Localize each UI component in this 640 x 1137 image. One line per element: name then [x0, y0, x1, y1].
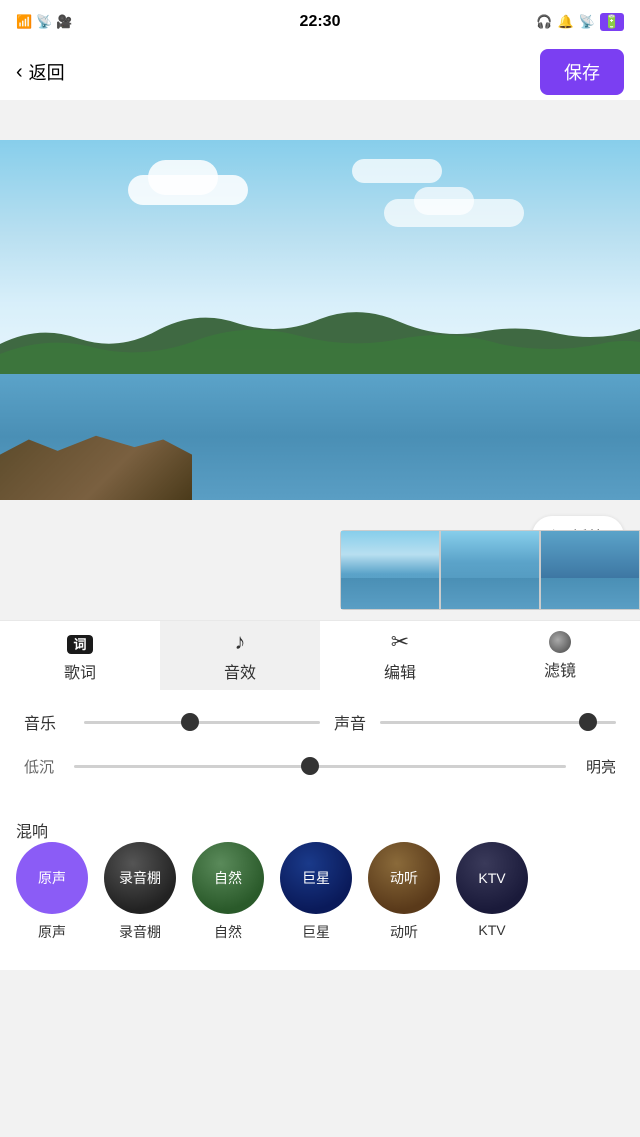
sound-thumb[interactable] — [579, 713, 597, 731]
strip-thumb-3 — [540, 530, 640, 610]
brightness-thumb[interactable] — [301, 757, 319, 775]
status-right: 🎧 🔔 📡 🔋 — [536, 13, 624, 31]
preview-image — [0, 140, 640, 500]
tab-lyrics-label: 歌词 — [64, 659, 96, 683]
battery-icon: 🔋 — [600, 13, 624, 31]
music-icon: ♪ — [235, 629, 246, 655]
tab-edit-label: 编辑 — [384, 659, 416, 683]
tab-effects-label: 音效 — [224, 659, 256, 683]
reverb-giant[interactable]: 巨星 巨星 — [280, 842, 352, 942]
tab-filter-label: 滤镜 — [544, 657, 576, 681]
reverb-ktv[interactable]: KTV KTV — [456, 842, 528, 942]
back-button[interactable]: ‹ 返回 — [16, 59, 65, 85]
reverb-ktv-name: KTV — [478, 922, 505, 938]
signal-icon: 📶 — [16, 14, 32, 30]
reverb-moving-name: 动听 — [390, 922, 418, 942]
chevron-left-icon: ‹ — [16, 61, 23, 84]
reverb-nature-icon: 自然 — [192, 842, 264, 914]
foreground-rocks — [0, 424, 192, 500]
nav-bar: ‹ 返回 保存 — [0, 44, 640, 100]
reverb-studio-label: 录音棚 — [119, 868, 161, 888]
reverb-moving-label: 动听 — [390, 868, 418, 888]
reverb-section: 混响 原声 原声 录音棚 录音棚 自然 自然 巨星 巨星 — [0, 818, 640, 970]
reverb-nature-name: 自然 — [214, 922, 242, 942]
cast-icon: 📡 — [579, 14, 595, 30]
music-slider[interactable] — [84, 710, 320, 734]
brightness-right-label: 明亮 — [566, 756, 616, 777]
reverb-original-icon: 原声 — [16, 842, 88, 914]
reverb-moving-icon: 动听 — [368, 842, 440, 914]
reverb-studio-icon: 录音棚 — [104, 842, 176, 914]
music-track — [84, 721, 320, 724]
brightness-slider[interactable] — [74, 754, 566, 778]
reverb-original-label: 原声 — [38, 868, 66, 888]
brightness-track — [74, 765, 566, 768]
cloud-3 — [384, 199, 524, 227]
music-slider-row: 音乐 声音 — [24, 710, 616, 734]
headphone-icon: 🎧 — [536, 14, 552, 30]
save-button[interactable]: 保存 — [540, 49, 624, 95]
reverb-moving[interactable]: 动听 动听 — [368, 842, 440, 942]
status-bar: 📶 📡 🎥 22:30 🎧 🔔 📡 🔋 — [0, 0, 640, 44]
reverb-giant-name: 巨星 — [302, 922, 330, 942]
reverb-studio[interactable]: 录音棚 录音棚 — [104, 842, 176, 942]
wifi-icon: 📡 — [36, 14, 52, 30]
reverb-nature-label: 自然 — [214, 868, 242, 888]
strip-thumb-1 — [340, 530, 440, 610]
reverb-original[interactable]: 原声 原声 — [16, 842, 88, 942]
sound-track — [380, 721, 616, 724]
strip-thumb-2 — [440, 530, 540, 610]
music-label: 音乐 — [24, 710, 84, 734]
brightness-left-label: 低沉 — [24, 756, 74, 777]
timeline-strip — [340, 530, 640, 610]
brightness-row: 低沉 明亮 — [24, 754, 616, 778]
sound-slider[interactable] — [380, 710, 616, 734]
reverb-label: 混响 — [16, 820, 48, 841]
tab-effects[interactable]: ♪ 音效 — [160, 621, 320, 690]
tab-lyrics[interactable]: 词 歌词 — [0, 621, 160, 690]
reverb-nature[interactable]: 自然 自然 — [192, 842, 264, 942]
reverb-options: 原声 原声 录音棚 录音棚 自然 自然 巨星 巨星 动听 动听 — [16, 842, 624, 950]
reverb-studio-name: 录音棚 — [119, 922, 161, 942]
bell-icon: 🔔 — [557, 14, 573, 30]
reverb-giant-label: 巨星 — [302, 868, 330, 888]
mountain — [0, 294, 640, 374]
tab-edit[interactable]: ✂ 编辑 — [320, 621, 480, 690]
sound-label: 声音 — [320, 710, 380, 734]
timeline-area: ▶ 播放 — [0, 500, 640, 620]
reverb-ktv-label: KTV — [478, 870, 505, 886]
preview-spacer — [0, 100, 640, 140]
reverb-ktv-icon: KTV — [456, 842, 528, 914]
video-icon: 🎥 — [56, 14, 72, 30]
music-thumb[interactable] — [181, 713, 199, 731]
tab-bar: 词 歌词 ♪ 音效 ✂ 编辑 滤镜 — [0, 620, 640, 690]
filter-icon — [549, 631, 571, 653]
cloud-2 — [352, 159, 442, 183]
cloud-1 — [128, 175, 248, 205]
lyrics-icon: 词 — [67, 629, 92, 655]
reverb-giant-icon: 巨星 — [280, 842, 352, 914]
tab-filter[interactable]: 滤镜 — [480, 621, 640, 690]
status-time: 22:30 — [300, 13, 341, 31]
scissors-icon: ✂ — [391, 629, 409, 655]
status-left: 📶 📡 🎥 — [16, 14, 73, 30]
sea-bg — [0, 374, 640, 500]
back-label: 返回 — [29, 59, 65, 85]
reverb-original-name: 原声 — [38, 922, 66, 942]
controls-section: 音乐 声音 低沉 明亮 — [0, 690, 640, 818]
